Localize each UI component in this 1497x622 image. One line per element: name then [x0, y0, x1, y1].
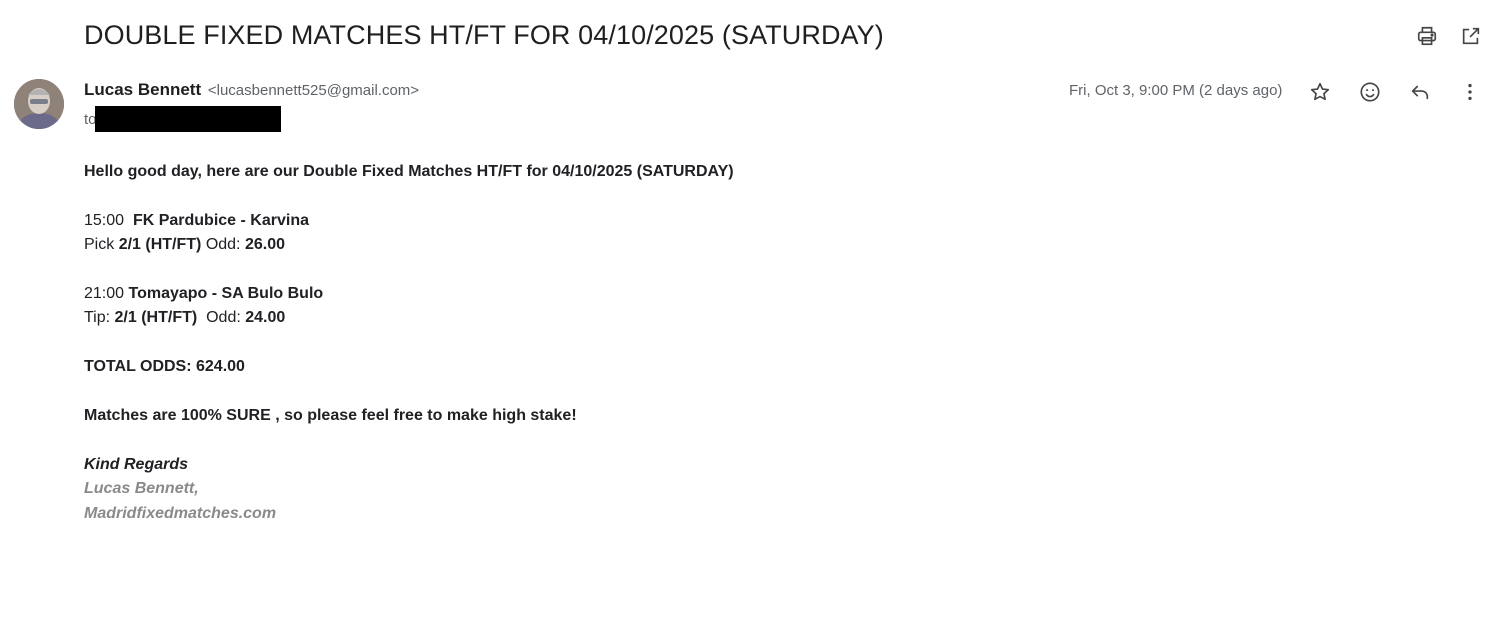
email-body: Hello good day, here are our Double Fixe… [84, 160, 734, 526]
match-1-teams: FK Pardubice - Karvina [132, 211, 309, 229]
match-2-pick: 2/1 (HT/FT) [114, 309, 198, 327]
email-subject: DOUBLE FIXED MATCHES HT/FT FOR 04/10/202… [84, 20, 884, 50]
star-icon[interactable] [1308, 80, 1332, 104]
greeting: Hello good day, here are our Double Fixe… [84, 163, 734, 180]
match-2-teams: Tomayapo - SA Bulo Bulo [128, 285, 324, 302]
match-2-line: 21:00 Tomayapo - SA Bulo Bulo [84, 282, 734, 306]
sender-email: <lucasbennett525@gmail.com> [207, 82, 420, 99]
sure-line: Matches are 100% SURE , so please feel f… [84, 407, 577, 424]
recipient-line: to [84, 106, 281, 132]
email-date: Fri, Oct 3, 9:00 PM (2 days ago) [1069, 82, 1283, 99]
match-1-pick-line: Pick 2/1 (HT/FT) Odd: 26.00 [84, 236, 285, 254]
avatar[interactable] [14, 79, 64, 129]
match-1-time: 15:00 [84, 211, 125, 229]
match-2-time: 21:00 [84, 285, 125, 302]
signature-site: Madridfixedmatches.com [84, 504, 277, 522]
match-2-pick-line: Tip: 2/1 (HT/FT) Odd: 24.00 [84, 309, 286, 327]
sender-name[interactable]: Lucas Bennett [84, 80, 201, 99]
signature-regards: Kind Regards [84, 455, 189, 473]
sender-line: Lucas Bennett <lucasbennett525@gmail.com… [84, 80, 419, 100]
match-1-pick: 2/1 (HT/FT) [118, 236, 202, 254]
total-odds: TOTAL ODDS: 624.00 [84, 358, 245, 376]
top-toolbar [1415, 24, 1483, 48]
message-actions [1308, 80, 1482, 104]
redacted-recipient [94, 106, 281, 132]
signature-name: Lucas Bennett, [84, 480, 199, 498]
more-vert-icon[interactable] [1458, 80, 1482, 104]
emoji-icon[interactable] [1358, 80, 1382, 104]
match-1-odd: 26.00 [244, 236, 285, 254]
open-in-new-icon[interactable] [1459, 24, 1483, 48]
print-icon[interactable] [1415, 24, 1439, 48]
match-2-odd: 24.00 [245, 309, 286, 327]
match-1-line: 15:00 FK Pardubice - Karvina [84, 209, 734, 233]
reply-icon[interactable] [1408, 80, 1432, 104]
